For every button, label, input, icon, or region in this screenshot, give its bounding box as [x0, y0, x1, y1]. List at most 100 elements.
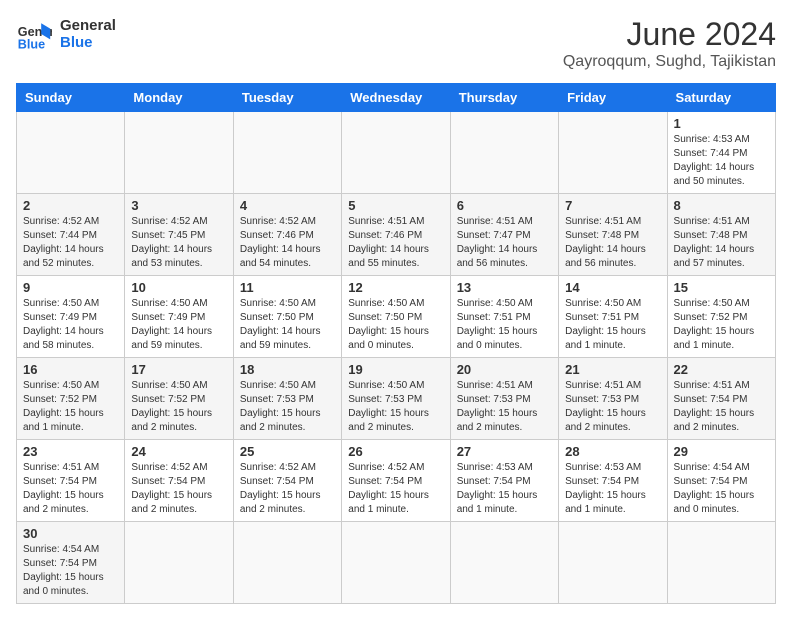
- day-number: 23: [23, 444, 118, 459]
- calendar-day-cell: 6 Sunrise: 4:51 AM Sunset: 7:47 PM Daylig…: [450, 194, 558, 276]
- day-number: 1: [674, 116, 769, 131]
- weekday-header-wednesday: Wednesday: [342, 84, 450, 112]
- day-number: 24: [131, 444, 226, 459]
- day-info: Sunrise: 4:51 AM Sunset: 7:53 PM Dayligh…: [457, 379, 552, 435]
- logo: General Blue General Blue: [16, 16, 116, 52]
- day-number: 19: [348, 362, 443, 377]
- day-info: Sunrise: 4:53 AM Sunset: 7:44 PM Dayligh…: [674, 133, 769, 189]
- calendar-day-cell: 10 Sunrise: 4:50 AM Sunset: 7:49 PM Dayli…: [125, 276, 233, 358]
- weekday-header-sunday: Sunday: [17, 84, 125, 112]
- day-info: Sunrise: 4:53 AM Sunset: 7:54 PM Dayligh…: [457, 461, 552, 517]
- logo-general-text: General: [60, 17, 116, 34]
- day-number: 10: [131, 280, 226, 295]
- day-number: 11: [240, 280, 335, 295]
- calendar-week-row: 9 Sunrise: 4:50 AM Sunset: 7:49 PM Daylig…: [17, 276, 776, 358]
- calendar-empty-cell: [450, 112, 558, 194]
- day-info: Sunrise: 4:50 AM Sunset: 7:50 PM Dayligh…: [240, 297, 335, 353]
- calendar-week-row: 16Sunrise: 4:50 AM Sunset: 7:52 PM Dayli…: [17, 358, 776, 440]
- calendar-day-cell: 27 Sunrise: 4:53 AM Sunset: 7:54 PM Dayli…: [450, 440, 558, 522]
- day-number: 25: [240, 444, 335, 459]
- calendar-week-row: 23 Sunrise: 4:51 AM Sunset: 7:54 PM Dayli…: [17, 440, 776, 522]
- day-info: Sunrise: 4:51 AM Sunset: 7:54 PM Dayligh…: [674, 379, 769, 435]
- calendar-day-cell: 30 Sunrise: 4:54 AM Sunset: 7:54 PM Dayli…: [17, 522, 125, 604]
- day-info: Sunrise: 4:51 AM Sunset: 7:48 PM Dayligh…: [674, 215, 769, 271]
- day-number: 2: [23, 198, 118, 213]
- day-info: Sunrise: 4:50 AM Sunset: 7:52 PM Dayligh…: [674, 297, 769, 353]
- day-info: Sunrise: 4:53 AM Sunset: 7:54 PM Dayligh…: [565, 461, 660, 517]
- calendar-day-cell: 8 Sunrise: 4:51 AM Sunset: 7:48 PM Daylig…: [667, 194, 775, 276]
- calendar-day-cell: 28 Sunrise: 4:53 AM Sunset: 7:54 PM Dayli…: [559, 440, 667, 522]
- calendar-day-cell: 22Sunrise: 4:51 AM Sunset: 7:54 PM Dayli…: [667, 358, 775, 440]
- weekday-header-saturday: Saturday: [667, 84, 775, 112]
- day-info: Sunrise: 4:51 AM Sunset: 7:53 PM Dayligh…: [565, 379, 660, 435]
- weekday-header-tuesday: Tuesday: [233, 84, 341, 112]
- month-year-title: June 2024: [563, 16, 776, 53]
- svg-text:Blue: Blue: [18, 37, 45, 51]
- calendar-table: SundayMondayTuesdayWednesdayThursdayFrid…: [16, 83, 776, 604]
- calendar-week-row: 30 Sunrise: 4:54 AM Sunset: 7:54 PM Dayli…: [17, 522, 776, 604]
- day-number: 16: [23, 362, 118, 377]
- calendar-day-cell: 16Sunrise: 4:50 AM Sunset: 7:52 PM Dayli…: [17, 358, 125, 440]
- day-number: 6: [457, 198, 552, 213]
- calendar-empty-cell: [559, 522, 667, 604]
- logo-icon: General Blue: [16, 16, 52, 52]
- day-number: 8: [674, 198, 769, 213]
- calendar-day-cell: 4Sunrise: 4:52 AM Sunset: 7:46 PM Daylig…: [233, 194, 341, 276]
- calendar-day-cell: 19 Sunrise: 4:50 AM Sunset: 7:53 PM Dayli…: [342, 358, 450, 440]
- day-number: 15: [674, 280, 769, 295]
- day-info: Sunrise: 4:51 AM Sunset: 7:47 PM Dayligh…: [457, 215, 552, 271]
- calendar-week-row: 2 Sunrise: 4:52 AM Sunset: 7:44 PM Daylig…: [17, 194, 776, 276]
- calendar-day-cell: 18 Sunrise: 4:50 AM Sunset: 7:53 PM Dayli…: [233, 358, 341, 440]
- day-number: 14: [565, 280, 660, 295]
- weekday-header-friday: Friday: [559, 84, 667, 112]
- calendar-day-cell: 1 Sunrise: 4:53 AM Sunset: 7:44 PM Daylig…: [667, 112, 775, 194]
- calendar-day-cell: 5Sunrise: 4:51 AM Sunset: 7:46 PM Daylig…: [342, 194, 450, 276]
- day-number: 20: [457, 362, 552, 377]
- day-info: Sunrise: 4:52 AM Sunset: 7:44 PM Dayligh…: [23, 215, 118, 271]
- calendar-day-cell: 15 Sunrise: 4:50 AM Sunset: 7:52 PM Dayli…: [667, 276, 775, 358]
- day-number: 9: [23, 280, 118, 295]
- weekday-header-row: SundayMondayTuesdayWednesdayThursdayFrid…: [17, 84, 776, 112]
- day-info: Sunrise: 4:52 AM Sunset: 7:54 PM Dayligh…: [348, 461, 443, 517]
- calendar-day-cell: 7 Sunrise: 4:51 AM Sunset: 7:48 PM Daylig…: [559, 194, 667, 276]
- calendar-week-row: 1 Sunrise: 4:53 AM Sunset: 7:44 PM Daylig…: [17, 112, 776, 194]
- day-info: Sunrise: 4:50 AM Sunset: 7:53 PM Dayligh…: [348, 379, 443, 435]
- calendar-empty-cell: [342, 112, 450, 194]
- day-info: Sunrise: 4:52 AM Sunset: 7:54 PM Dayligh…: [240, 461, 335, 517]
- weekday-header-thursday: Thursday: [450, 84, 558, 112]
- day-info: Sunrise: 4:52 AM Sunset: 7:45 PM Dayligh…: [131, 215, 226, 271]
- calendar-day-cell: 26 Sunrise: 4:52 AM Sunset: 7:54 PM Dayli…: [342, 440, 450, 522]
- calendar-day-cell: 9Sunrise: 4:50 AM Sunset: 7:49 PM Daylig…: [17, 276, 125, 358]
- logo-blue-text: Blue: [60, 34, 116, 51]
- calendar-empty-cell: [450, 522, 558, 604]
- calendar-day-cell: 20 Sunrise: 4:51 AM Sunset: 7:53 PM Dayli…: [450, 358, 558, 440]
- calendar-empty-cell: [125, 112, 233, 194]
- calendar-day-cell: 13Sunrise: 4:50 AM Sunset: 7:51 PM Dayli…: [450, 276, 558, 358]
- day-info: Sunrise: 4:51 AM Sunset: 7:48 PM Dayligh…: [565, 215, 660, 271]
- day-info: Sunrise: 4:52 AM Sunset: 7:46 PM Dayligh…: [240, 215, 335, 271]
- calendar-day-cell: 24 Sunrise: 4:52 AM Sunset: 7:54 PM Dayli…: [125, 440, 233, 522]
- calendar-day-cell: 25 Sunrise: 4:52 AM Sunset: 7:54 PM Dayli…: [233, 440, 341, 522]
- day-number: 27: [457, 444, 552, 459]
- day-info: Sunrise: 4:54 AM Sunset: 7:54 PM Dayligh…: [23, 543, 118, 599]
- day-number: 21: [565, 362, 660, 377]
- day-info: Sunrise: 4:51 AM Sunset: 7:54 PM Dayligh…: [23, 461, 118, 517]
- day-number: 30: [23, 526, 118, 541]
- calendar-empty-cell: [233, 522, 341, 604]
- day-number: 18: [240, 362, 335, 377]
- calendar-day-cell: 29Sunrise: 4:54 AM Sunset: 7:54 PM Dayli…: [667, 440, 775, 522]
- calendar-day-cell: 3Sunrise: 4:52 AM Sunset: 7:45 PM Daylig…: [125, 194, 233, 276]
- day-info: Sunrise: 4:50 AM Sunset: 7:50 PM Dayligh…: [348, 297, 443, 353]
- day-number: 7: [565, 198, 660, 213]
- calendar-day-cell: 21 Sunrise: 4:51 AM Sunset: 7:53 PM Dayli…: [559, 358, 667, 440]
- day-info: Sunrise: 4:52 AM Sunset: 7:54 PM Dayligh…: [131, 461, 226, 517]
- location-subtitle: Qayroqqum, Sughd, Tajikistan: [563, 53, 776, 71]
- day-info: Sunrise: 4:50 AM Sunset: 7:53 PM Dayligh…: [240, 379, 335, 435]
- title-section: June 2024 Qayroqqum, Sughd, Tajikistan: [563, 16, 776, 71]
- day-number: 28: [565, 444, 660, 459]
- day-number: 29: [674, 444, 769, 459]
- weekday-header-monday: Monday: [125, 84, 233, 112]
- day-info: Sunrise: 4:50 AM Sunset: 7:49 PM Dayligh…: [131, 297, 226, 353]
- day-number: 26: [348, 444, 443, 459]
- calendar-empty-cell: [342, 522, 450, 604]
